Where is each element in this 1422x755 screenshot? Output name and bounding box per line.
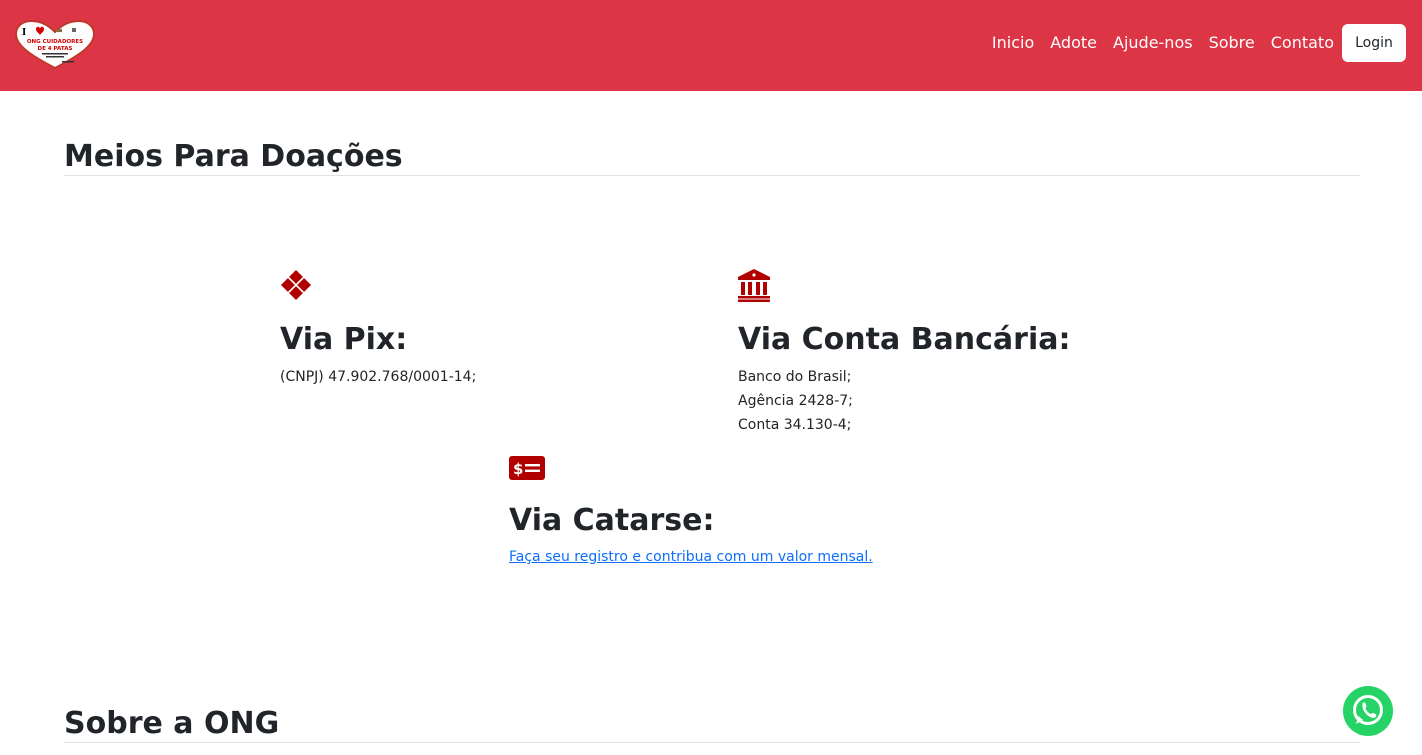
bank-details: Banco do Brasil; Agência 2428-7; Conta 3…: [738, 365, 1071, 437]
donations-title: Meios Para Doações: [64, 139, 403, 174]
donations-divider: [64, 175, 1360, 176]
logo-text-i: I: [22, 28, 26, 38]
whatsapp-icon: [1343, 686, 1393, 736]
nav-link-adote[interactable]: Adote: [1050, 24, 1097, 62]
cash-icon: $: [509, 456, 545, 480]
navbar: I ONG CUIDADORES DE 4 PATAS Inicio Adote…: [0, 0, 1422, 91]
heart-logo-icon: I ONG CUIDADORES DE 4 PATAS: [14, 19, 96, 70]
bank-title: Via Conta Bancária:: [738, 322, 1071, 357]
catarse-text: Faça seu registro e contribua com um val…: [509, 546, 873, 565]
logo-text-patas: DE 4 PATAS: [38, 46, 73, 52]
nav-link-inicio[interactable]: Inicio: [992, 24, 1034, 62]
svg-text:$: $: [513, 460, 523, 478]
nav-link-contato[interactable]: Contato: [1271, 24, 1334, 62]
ong-logo[interactable]: I ONG CUIDADORES DE 4 PATAS: [14, 19, 96, 70]
nav-link-ajude-nos[interactable]: Ajude-nos: [1113, 24, 1193, 62]
pix-title: Via Pix:: [280, 322, 408, 357]
logo-text-ong: ONG CUIDADORES: [27, 39, 83, 45]
pix-icon: [281, 270, 311, 300]
login-button[interactable]: Login: [1342, 24, 1406, 62]
catarse-link[interactable]: Faça seu registro e contribua com um val…: [509, 549, 873, 565]
bank-account: Conta 34.130-4;: [738, 417, 852, 433]
nav-link-sobre[interactable]: Sobre: [1209, 24, 1255, 62]
bank-name: Banco do Brasil;: [738, 369, 852, 385]
about-divider: [64, 742, 1360, 743]
about-title: Sobre a ONG: [64, 706, 280, 741]
pix-card: Via Pix: (CNPJ) 47.902.768/0001-14;: [280, 269, 476, 389]
catarse-card: $ Via Catarse: Faça seu registro e contr…: [509, 456, 873, 565]
bank-icon: [738, 269, 770, 302]
whatsapp-button[interactable]: [1343, 686, 1393, 736]
pix-cnpj: (CNPJ) 47.902.768/0001-14;: [280, 369, 477, 385]
bank-card: Via Conta Bancária: Banco do Brasil; Agê…: [738, 269, 1071, 437]
nav-menu: Inicio Adote Ajude-nos Sobre Contato Log…: [992, 24, 1406, 62]
bank-agency: Agência 2428-7;: [738, 393, 853, 409]
catarse-title: Via Catarse:: [509, 503, 715, 538]
